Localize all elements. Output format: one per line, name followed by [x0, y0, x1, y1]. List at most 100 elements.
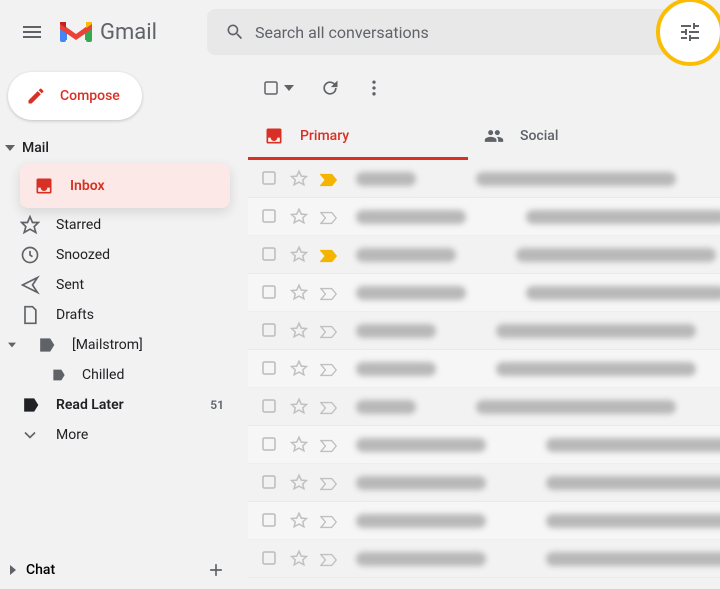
email-sender	[356, 438, 486, 452]
email-subject	[476, 172, 676, 186]
email-row[interactable]	[248, 274, 720, 312]
app-header: Gmail	[0, 0, 720, 64]
content-area: Primary Social	[240, 64, 720, 589]
star-button[interactable]	[290, 207, 310, 227]
star-button[interactable]	[290, 511, 310, 531]
email-checkbox[interactable]	[260, 397, 280, 417]
caret-down-icon	[284, 83, 294, 93]
importance-marker[interactable]	[320, 324, 340, 338]
importance-marker[interactable]	[320, 552, 340, 566]
star-button[interactable]	[290, 283, 310, 303]
tab-social[interactable]: Social	[468, 112, 688, 160]
email-subject	[516, 248, 716, 262]
tab-primary[interactable]: Primary	[248, 112, 468, 160]
email-checkbox[interactable]	[260, 435, 280, 455]
importance-marker[interactable]	[320, 286, 340, 300]
caret-down-icon	[4, 143, 16, 153]
star-button[interactable]	[290, 245, 310, 265]
star-button[interactable]	[290, 169, 310, 189]
email-subject	[496, 362, 696, 376]
importance-marker[interactable]	[320, 172, 340, 186]
email-row[interactable]	[248, 236, 720, 274]
email-checkbox[interactable]	[260, 359, 280, 379]
chat-toggle[interactable]: Chat	[8, 562, 200, 578]
email-subject	[546, 476, 720, 490]
importance-marker[interactable]	[320, 400, 340, 414]
main-menu-button[interactable]	[8, 8, 56, 56]
email-sender	[356, 286, 466, 300]
search-input[interactable]	[255, 23, 712, 42]
email-sender	[356, 210, 466, 224]
email-row[interactable]	[248, 464, 720, 502]
email-checkbox[interactable]	[260, 283, 280, 303]
email-checkbox[interactable]	[260, 169, 280, 189]
importance-marker[interactable]	[320, 362, 340, 376]
search-bar	[207, 9, 720, 55]
email-row[interactable]	[248, 160, 720, 198]
gmail-logo[interactable]: Gmail	[60, 20, 187, 45]
star-button[interactable]	[290, 435, 310, 455]
chevron-down-icon	[20, 425, 40, 445]
email-row[interactable]	[248, 540, 720, 578]
email-checkbox[interactable]	[260, 321, 280, 341]
label-icon	[20, 395, 40, 415]
star-button[interactable]	[290, 473, 310, 493]
email-row[interactable]	[248, 426, 720, 464]
email-row[interactable]	[248, 388, 720, 426]
compose-label: Compose	[60, 88, 120, 104]
email-sender	[356, 476, 486, 490]
app-name: Gmail	[100, 20, 157, 45]
nav-read-later[interactable]: Read Later 51	[0, 390, 240, 420]
importance-marker[interactable]	[320, 438, 340, 452]
importance-marker[interactable]	[320, 476, 340, 490]
nav-inbox[interactable]: Inbox	[20, 164, 230, 208]
star-button[interactable]	[290, 397, 310, 417]
email-subject	[476, 400, 676, 414]
email-row[interactable]	[248, 312, 720, 350]
nav-list: Inbox Starred Snoozed Sent Drafts [M	[0, 164, 240, 450]
more-actions-button[interactable]	[354, 68, 394, 108]
email-row[interactable]	[248, 198, 720, 236]
star-button[interactable]	[290, 359, 310, 379]
caret-down-icon	[4, 341, 20, 349]
nav-starred[interactable]: Starred	[0, 210, 240, 240]
email-row[interactable]	[248, 350, 720, 388]
star-icon	[20, 215, 40, 235]
nav-drafts[interactable]: Drafts	[0, 300, 240, 330]
email-checkbox[interactable]	[260, 511, 280, 531]
chat-section: Chat	[0, 551, 240, 589]
search-options-button[interactable]	[656, 0, 720, 66]
search-button[interactable]	[215, 12, 255, 52]
star-button[interactable]	[290, 549, 310, 569]
nav-snoozed[interactable]: Snoozed	[0, 240, 240, 270]
nav-chilled[interactable]: Chilled	[0, 360, 240, 390]
importance-marker[interactable]	[320, 514, 340, 528]
file-icon	[20, 305, 40, 325]
email-subject	[546, 438, 720, 452]
importance-marker[interactable]	[320, 210, 340, 224]
more-vert-icon	[364, 78, 384, 98]
caret-right-icon	[8, 565, 18, 575]
mail-section-header[interactable]: Mail	[0, 136, 240, 160]
new-chat-button[interactable]	[200, 554, 232, 586]
email-row[interactable]	[248, 502, 720, 540]
compose-button[interactable]: Compose	[8, 72, 142, 120]
refresh-button[interactable]	[310, 68, 350, 108]
email-toolbar	[248, 64, 720, 112]
read-later-count: 51	[210, 398, 240, 412]
importance-marker[interactable]	[320, 248, 340, 262]
email-checkbox[interactable]	[260, 473, 280, 493]
star-button[interactable]	[290, 321, 310, 341]
email-subject	[496, 324, 696, 338]
email-checkbox[interactable]	[260, 245, 280, 265]
nav-mailstrom[interactable]: [Mailstrom]	[0, 330, 240, 360]
nav-more[interactable]: More	[0, 420, 240, 450]
email-checkbox[interactable]	[260, 207, 280, 227]
inbox-icon	[34, 176, 54, 196]
select-all-dropdown[interactable]	[258, 75, 298, 101]
nav-sent[interactable]: Sent	[0, 270, 240, 300]
email-subject	[546, 552, 720, 566]
inbox-tabs: Primary Social	[248, 112, 720, 160]
email-sender	[356, 514, 486, 528]
email-checkbox[interactable]	[260, 549, 280, 569]
